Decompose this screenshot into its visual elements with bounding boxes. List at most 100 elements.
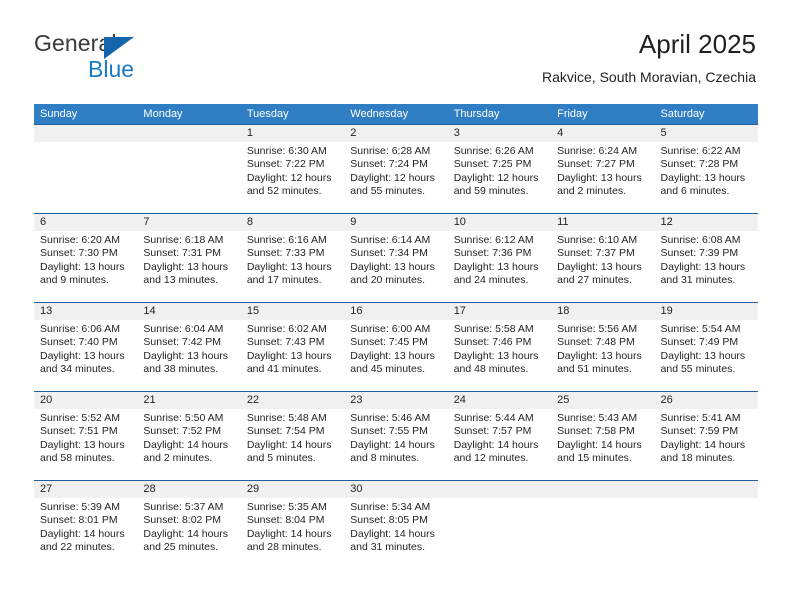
- sunset-text: Sunset: 7:46 PM: [453, 336, 532, 349]
- daylight-text-line2: and 5 minutes.: [246, 452, 316, 465]
- sunrise-text: Sunrise: 5:58 AM: [453, 323, 534, 335]
- daylight-text-line2: and 28 minutes.: [246, 541, 322, 554]
- sunrise-text: Sunrise: 6:28 AM: [350, 145, 431, 157]
- calendar-day-cell[interactable]: 13 Sunrise: 6:06 AM Sunset: 7:40 PM Dayligh…: [34, 303, 138, 391]
- sunrise-text: Sunrise: 5:43 AM: [557, 412, 638, 424]
- day-number: 2: [344, 125, 448, 142]
- weekday-header-saturday: Saturday: [660, 108, 705, 120]
- sunset-text: Sunset: 7:43 PM: [246, 336, 325, 349]
- day-sun-info: Sunrise: 5:56 AM Sunset: 7:48 PM Daylight:…: [551, 320, 654, 377]
- calendar-day-cell[interactable]: 3 Sunrise: 6:26 AM Sunset: 7:25 PM Daylight…: [447, 125, 552, 213]
- daylight-text-line2: and 15 minutes.: [557, 452, 632, 465]
- daylight-text-line2: and 18 minutes.: [660, 452, 736, 465]
- sunrise-text: Sunrise: 6:30 AM: [246, 145, 327, 157]
- day-number: 19: [654, 303, 758, 320]
- calendar-day-cell[interactable]: 18 Sunrise: 5:56 AM Sunset: 7:48 PM Dayligh…: [551, 303, 655, 391]
- calendar-week-row: 1 Sunrise: 6:30 AM Sunset: 7:22 PM Daylight…: [34, 124, 758, 213]
- calendar-grid: Sunday Monday Tuesday Wednesday Thursday…: [34, 104, 758, 569]
- day-sun-info: Sunrise: 6:24 AM Sunset: 7:27 PM Daylight:…: [551, 142, 654, 199]
- calendar-day-cell[interactable]: 11 Sunrise: 6:10 AM Sunset: 7:37 PM Dayligh…: [551, 214, 655, 302]
- calendar-day-cell[interactable]: 25 Sunrise: 5:43 AM Sunset: 7:58 PM Dayligh…: [551, 392, 655, 480]
- daylight-text-line1: Daylight: 13 hours: [40, 260, 125, 273]
- sunrise-text: Sunrise: 6:26 AM: [453, 145, 534, 157]
- calendar-day-cell[interactable]: 10 Sunrise: 6:12 AM Sunset: 7:36 PM Dayligh…: [447, 214, 552, 302]
- daylight-text-line1: Daylight: 13 hours: [246, 349, 332, 362]
- day-sun-info: Sunrise: 6:18 AM Sunset: 7:31 PM Daylight:…: [137, 231, 240, 288]
- day-sun-info: Sunrise: 6:14 AM Sunset: 7:34 PM Daylight:…: [344, 231, 447, 288]
- calendar-day-cell[interactable]: 14 Sunrise: 6:04 AM Sunset: 7:42 PM Dayligh…: [137, 303, 241, 391]
- sunset-text: Sunset: 7:55 PM: [350, 425, 428, 438]
- calendar-day-cell[interactable]: 26 Sunrise: 5:41 AM Sunset: 7:59 PM Dayligh…: [654, 392, 758, 480]
- daylight-text-line1: Daylight: 13 hours: [453, 349, 539, 362]
- calendar-day-cell[interactable]: 23 Sunrise: 5:46 AM Sunset: 7:55 PM Dayligh…: [344, 392, 448, 480]
- sunset-text: Sunset: 7:52 PM: [143, 425, 222, 438]
- calendar-day-cell[interactable]: 1 Sunrise: 6:30 AM Sunset: 7:22 PM Daylight…: [240, 125, 345, 213]
- sunset-text: Sunset: 7:31 PM: [143, 247, 222, 260]
- day-sun-info: Sunrise: 5:43 AM Sunset: 7:58 PM Daylight:…: [551, 409, 654, 466]
- daylight-text-line2: and 58 minutes.: [40, 452, 115, 465]
- sunrise-text: Sunrise: 5:44 AM: [453, 412, 534, 424]
- daylight-text-line1: Daylight: 13 hours: [453, 260, 539, 273]
- day-sun-info: Sunrise: 6:04 AM Sunset: 7:42 PM Daylight:…: [137, 320, 240, 377]
- sunrise-text: Sunrise: 6:18 AM: [143, 234, 224, 246]
- generalblue-logo[interactable]: General Blue: [34, 32, 214, 88]
- calendar-day-cell[interactable]: 19 Sunrise: 5:54 AM Sunset: 7:49 PM Dayligh…: [654, 303, 758, 391]
- day-sun-info: Sunrise: 5:54 AM Sunset: 7:49 PM Daylight:…: [655, 320, 758, 377]
- calendar-day-cell[interactable]: 15 Sunrise: 6:02 AM Sunset: 7:43 PM Dayligh…: [240, 303, 345, 391]
- day-number: [34, 125, 138, 142]
- daylight-text-line2: and 13 minutes.: [143, 274, 219, 287]
- day-number: 25: [551, 392, 655, 409]
- calendar-day-cell[interactable]: 24 Sunrise: 5:44 AM Sunset: 7:57 PM Dayligh…: [447, 392, 552, 480]
- daylight-text-line1: Daylight: 13 hours: [143, 349, 229, 362]
- daylight-text-line2: and 17 minutes.: [246, 274, 322, 287]
- calendar-day-cell[interactable]: 28 Sunrise: 5:37 AM Sunset: 8:02 PM Dayligh…: [137, 481, 241, 569]
- calendar-day-cell[interactable]: 29 Sunrise: 5:35 AM Sunset: 8:04 PM Dayligh…: [240, 481, 345, 569]
- calendar-day-cell[interactable]: 7 Sunrise: 6:18 AM Sunset: 7:31 PM Daylight…: [137, 214, 241, 302]
- daylight-text-line1: Daylight: 14 hours: [350, 527, 435, 540]
- daylight-text-line2: and 55 minutes.: [350, 185, 425, 198]
- calendar-day-cell[interactable]: 4 Sunrise: 6:24 AM Sunset: 7:27 PM Daylight…: [551, 125, 655, 213]
- calendar-day-cell[interactable]: 20 Sunrise: 5:52 AM Sunset: 7:51 PM Dayligh…: [34, 392, 138, 480]
- day-number: 5: [654, 125, 758, 142]
- daylight-text-line1: Daylight: 13 hours: [660, 349, 746, 362]
- daylight-text-line1: Daylight: 14 hours: [660, 438, 746, 451]
- calendar-day-cell[interactable]: 2 Sunrise: 6:28 AM Sunset: 7:24 PM Daylight…: [344, 125, 448, 213]
- day-sun-info: Sunrise: 6:16 AM Sunset: 7:33 PM Daylight:…: [241, 231, 344, 288]
- day-number: 28: [137, 481, 241, 498]
- calendar-day-cell[interactable]: 5 Sunrise: 6:22 AM Sunset: 7:28 PM Daylight…: [654, 125, 758, 213]
- calendar-day-cell[interactable]: 9 Sunrise: 6:14 AM Sunset: 7:34 PM Daylight…: [344, 214, 448, 302]
- sunrise-text: Sunrise: 5:35 AM: [246, 501, 327, 513]
- daylight-text-line1: Daylight: 13 hours: [40, 438, 125, 451]
- sunset-text: Sunset: 7:54 PM: [246, 425, 325, 438]
- daylight-text-line1: Daylight: 14 hours: [246, 527, 332, 540]
- calendar-day-cell[interactable]: 30 Sunrise: 5:34 AM Sunset: 8:05 PM Dayligh…: [344, 481, 448, 569]
- sunset-text: Sunset: 7:37 PM: [557, 247, 635, 260]
- calendar-day-cell[interactable]: 17 Sunrise: 5:58 AM Sunset: 7:46 PM Dayligh…: [447, 303, 552, 391]
- day-number: 16: [344, 303, 448, 320]
- daylight-text-line2: and 9 minutes.: [40, 274, 109, 287]
- calendar-day-cell[interactable]: 12 Sunrise: 6:08 AM Sunset: 7:39 PM Dayligh…: [654, 214, 758, 302]
- calendar-day-cell[interactable]: 8 Sunrise: 6:16 AM Sunset: 7:33 PM Daylight…: [240, 214, 345, 302]
- daylight-text-line1: Daylight: 14 hours: [143, 527, 229, 540]
- daylight-text-line2: and 20 minutes.: [350, 274, 425, 287]
- daylight-text-line2: and 59 minutes.: [453, 185, 529, 198]
- daylight-text-line1: Daylight: 13 hours: [557, 260, 642, 273]
- sunrise-text: Sunrise: 6:22 AM: [660, 145, 741, 157]
- calendar-day-cell[interactable]: 6 Sunrise: 6:20 AM Sunset: 7:30 PM Daylight…: [34, 214, 138, 302]
- day-number: 11: [551, 214, 655, 231]
- day-number: 9: [344, 214, 448, 231]
- calendar-day-cell[interactable]: 22 Sunrise: 5:48 AM Sunset: 7:54 PM Dayligh…: [240, 392, 345, 480]
- calendar-day-cell[interactable]: 16 Sunrise: 6:00 AM Sunset: 7:45 PM Dayligh…: [344, 303, 448, 391]
- sunset-text: Sunset: 7:58 PM: [557, 425, 635, 438]
- calendar-page: General Blue April 2025 Rakvice, South M…: [0, 0, 792, 612]
- sunrise-text: Sunrise: 6:10 AM: [557, 234, 638, 246]
- weekday-header-thursday: Thursday: [453, 108, 500, 120]
- calendar-day-cell[interactable]: 27 Sunrise: 5:39 AM Sunset: 8:01 PM Dayligh…: [34, 481, 138, 569]
- calendar-day-cell[interactable]: 21 Sunrise: 5:50 AM Sunset: 7:52 PM Dayligh…: [137, 392, 241, 480]
- page-subtitle: Rakvice, South Moravian, Czechia: [542, 68, 756, 85]
- daylight-text-line1: Daylight: 14 hours: [557, 438, 642, 451]
- daylight-text-line1: Daylight: 14 hours: [453, 438, 539, 451]
- day-sun-info: Sunrise: 5:41 AM Sunset: 7:59 PM Daylight:…: [655, 409, 758, 466]
- sunset-text: Sunset: 7:30 PM: [40, 247, 118, 260]
- day-number: 29: [240, 481, 345, 498]
